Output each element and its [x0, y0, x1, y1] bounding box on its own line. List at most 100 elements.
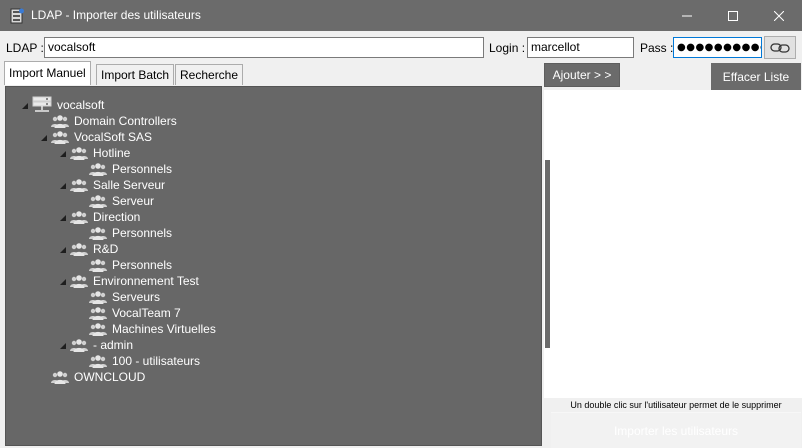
link-icon: [770, 42, 790, 53]
tree-node[interactable]: VocalSoft SAS: [39, 129, 152, 145]
tree-node[interactable]: VocalTeam 7: [77, 305, 181, 321]
tree-node-label: OWNCLOUD: [74, 370, 146, 384]
tree-node-label: Serveur: [112, 194, 155, 208]
maximize-button[interactable]: [710, 0, 756, 31]
minimize-button[interactable]: [664, 0, 710, 31]
expand-arrow-icon[interactable]: [58, 181, 66, 189]
tree-node[interactable]: Personnels: [77, 225, 172, 241]
tree-node-label: Hotline: [93, 146, 131, 160]
minimize-icon: [682, 15, 692, 16]
tree-node-label: Salle Serveur: [93, 178, 166, 192]
expand-arrow-icon[interactable]: [58, 341, 66, 349]
tree-node-label: Domain Controllers: [74, 114, 177, 128]
tree-node[interactable]: Machines Virtuelles: [77, 321, 216, 337]
tree-node[interactable]: Environnement Test: [58, 273, 199, 289]
expand-arrow-icon[interactable]: [58, 149, 66, 157]
tree-node[interactable]: - admin: [58, 337, 133, 353]
group-icon: [70, 178, 88, 192]
expand-arrow-icon[interactable]: [58, 277, 66, 285]
add-button[interactable]: Ajouter > >: [544, 63, 620, 87]
expand-arrow-icon[interactable]: [58, 245, 66, 253]
close-icon: [774, 10, 784, 21]
tree-node[interactable]: OWNCLOUD: [39, 369, 145, 385]
tree-node-label: vocalsoft: [57, 98, 105, 112]
group-icon: [89, 226, 107, 240]
tab-import-batch[interactable]: Import Batch: [96, 64, 175, 85]
expand-arrow-icon[interactable]: [20, 101, 28, 109]
tree-node[interactable]: Serveur: [77, 193, 154, 209]
login-label: Login :: [489, 41, 526, 55]
close-button[interactable]: [756, 0, 802, 31]
server-icon: [32, 96, 52, 114]
tree-node-label: Serveurs: [112, 290, 161, 304]
group-icon: [89, 162, 107, 176]
tab-recherche[interactable]: Recherche: [175, 64, 244, 85]
tree-node[interactable]: Direction: [58, 209, 140, 225]
tree-node[interactable]: 100 - utilisateurs: [77, 353, 200, 369]
tree-node[interactable]: Personnels: [77, 161, 172, 177]
group-icon: [89, 290, 107, 304]
title-bar: LDAP - Importer des utilisateurs: [0, 0, 802, 31]
expand-arrow-icon: [77, 229, 85, 237]
tree-node[interactable]: Serveurs: [77, 289, 160, 305]
tree-node-label: Direction: [93, 210, 141, 224]
pass-label: Pass :: [640, 41, 674, 55]
tree-node-label: R&D: [93, 242, 119, 256]
expand-arrow-icon: [77, 197, 85, 205]
ldap-app-icon: [9, 8, 25, 24]
expand-arrow-icon: [77, 309, 85, 317]
ldap-import-window: LDAP - Importer des utilisateurs LDAP : …: [0, 0, 802, 448]
tree-node-label: Environnement Test: [93, 274, 199, 288]
clear-list-button[interactable]: Effacer Liste: [711, 63, 801, 90]
group-icon: [89, 354, 107, 368]
group-icon: [89, 322, 107, 336]
tree-node[interactable]: vocalsoft: [20, 96, 105, 114]
group-icon: [70, 210, 88, 224]
expand-arrow-icon: [77, 293, 85, 301]
expand-arrow-icon: [77, 325, 85, 333]
tree-node[interactable]: Domain Controllers: [39, 113, 177, 129]
group-icon: [70, 146, 88, 160]
ldap-tree-panel: vocalsoft Domain Controllers VocalSoft SAS…: [5, 86, 542, 446]
ldap-server-field[interactable]: vocalsoft: [44, 37, 484, 58]
ldap-label: LDAP :: [6, 41, 44, 55]
connect-button[interactable]: [764, 36, 796, 59]
expand-arrow-icon: [39, 117, 47, 125]
expand-arrow-icon[interactable]: [39, 133, 47, 141]
tree-node-label: VocalTeam 7: [112, 306, 181, 320]
expand-arrow-icon[interactable]: [58, 213, 66, 221]
expand-arrow-icon: [77, 261, 85, 269]
tab-import-manuel[interactable]: Import Manuel: [4, 61, 91, 85]
group-icon: [70, 242, 88, 256]
tree-node-label: VocalSoft SAS: [74, 130, 153, 144]
group-icon: [89, 258, 107, 272]
maximize-icon: [728, 10, 738, 21]
tree-node-label: Personnels: [112, 162, 173, 176]
tree-node-label: - admin: [93, 338, 134, 352]
expand-arrow-icon: [39, 373, 47, 381]
tree-node-label: Personnels: [112, 258, 173, 272]
password-field[interactable]: ●●●●●●●●●●●: [673, 37, 762, 58]
expand-arrow-icon: [77, 165, 85, 173]
group-icon: [51, 114, 69, 128]
import-users-button[interactable]: Importer les utilisateurs: [551, 412, 801, 448]
group-icon: [51, 130, 69, 144]
group-icon: [51, 370, 69, 384]
group-icon: [89, 194, 107, 208]
expand-arrow-icon: [77, 357, 85, 365]
group-icon: [89, 306, 107, 320]
tree-node[interactable]: Salle Serveur: [58, 177, 165, 193]
tree-node-label: Machines Virtuelles: [112, 322, 216, 336]
tree-scrollbar[interactable]: [545, 160, 550, 348]
group-icon: [70, 274, 88, 288]
tree-node-label: Personnels: [112, 226, 173, 240]
tree-node[interactable]: Personnels: [77, 257, 172, 273]
remove-hint: Un double clic sur l'utilisateur permet …: [570, 400, 782, 410]
tree-node[interactable]: Hotline: [58, 145, 130, 161]
login-field[interactable]: marcellot: [527, 37, 634, 58]
tree-node-label: 100 - utilisateurs: [112, 354, 201, 368]
tree-node[interactable]: R&D: [58, 241, 118, 257]
group-icon: [70, 338, 88, 352]
selected-users-list[interactable]: [544, 90, 802, 398]
window-title: LDAP - Importer des utilisateurs: [31, 8, 201, 22]
